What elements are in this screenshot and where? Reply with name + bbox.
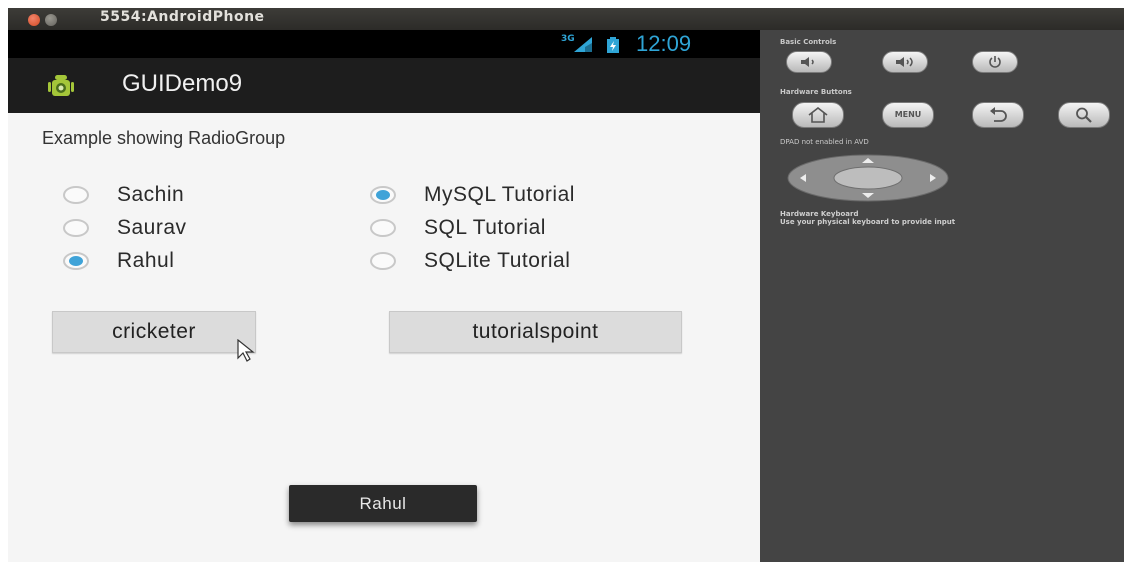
minimize-window-button[interactable] bbox=[45, 14, 57, 26]
status-clock: 12:09 bbox=[636, 31, 692, 56]
action-bar: GUIDemo9 bbox=[8, 58, 760, 113]
volume-up-button[interactable] bbox=[882, 51, 928, 73]
radio-button-circle[interactable] bbox=[370, 252, 396, 270]
home-button[interactable] bbox=[792, 102, 844, 128]
radio-label: Sachin bbox=[117, 183, 185, 206]
radio-button-circle[interactable] bbox=[63, 186, 89, 204]
radio-rahul[interactable]: Rahul bbox=[63, 249, 174, 273]
window-title: 5554:AndroidPhone bbox=[100, 9, 265, 25]
menu-button[interactable]: MENU bbox=[882, 102, 934, 128]
tutorialspoint-button[interactable]: tutorialspoint bbox=[389, 311, 682, 353]
dpad-status-label: DPAD not enabled in AVD bbox=[780, 138, 869, 146]
mouse-cursor-icon bbox=[237, 339, 255, 362]
power-icon bbox=[989, 56, 1001, 68]
radio-button-circle[interactable] bbox=[63, 252, 89, 270]
radio-label: SQL Tutorial bbox=[424, 216, 546, 239]
emulator-window: 5554:AndroidPhone 3G 12:09 GUIDemo9 Exam… bbox=[8, 8, 1124, 562]
battery-icon bbox=[607, 37, 619, 53]
power-button[interactable] bbox=[972, 51, 1018, 73]
radio-button-circle[interactable] bbox=[63, 219, 89, 237]
back-button[interactable] bbox=[972, 102, 1024, 128]
network-type: 3G bbox=[561, 34, 575, 44]
android-app-icon bbox=[48, 75, 74, 96]
radio-sql-tutorial[interactable]: SQL Tutorial bbox=[370, 216, 546, 240]
radio-label: MySQL Tutorial bbox=[424, 183, 575, 206]
hardware-keyboard-info: Hardware Keyboard Use your physical keyb… bbox=[780, 210, 955, 226]
dpad-control[interactable] bbox=[786, 154, 950, 202]
radio-mysql-tutorial[interactable]: MySQL Tutorial bbox=[370, 183, 575, 207]
signal-icon bbox=[574, 37, 592, 52]
hardware-buttons-label: Hardware Buttons bbox=[780, 88, 852, 96]
cricketer-button[interactable]: cricketer bbox=[52, 311, 256, 353]
close-window-button[interactable] bbox=[28, 14, 40, 26]
hardware-keyboard-label: Hardware Keyboard bbox=[780, 210, 859, 218]
radio-label: SQLite Tutorial bbox=[424, 249, 571, 272]
status-bar: 3G 12:09 bbox=[8, 30, 760, 58]
radio-label: Saurav bbox=[117, 216, 187, 239]
home-icon bbox=[808, 107, 828, 123]
page-heading: Example showing RadioGroup bbox=[42, 128, 286, 148]
radio-sqlite-tutorial[interactable]: SQLite Tutorial bbox=[370, 249, 570, 273]
search-button[interactable] bbox=[1058, 102, 1110, 128]
radio-sachin[interactable]: Sachin bbox=[63, 183, 184, 207]
volume-up-icon bbox=[896, 57, 913, 67]
volume-down-icon bbox=[801, 57, 814, 67]
volume-down-button[interactable] bbox=[786, 51, 832, 73]
app-content: Example showing RadioGroup Sachin Saurav… bbox=[8, 113, 760, 562]
radio-saurav[interactable]: Saurav bbox=[63, 216, 187, 240]
search-icon bbox=[1076, 107, 1092, 123]
radio-button-circle[interactable] bbox=[370, 219, 396, 237]
basic-controls-label: Basic Controls bbox=[780, 38, 837, 46]
toast-message: Rahul bbox=[289, 485, 477, 522]
emulator-controls-panel: Basic Controls Hardware Buttons MENU DPA… bbox=[760, 30, 1124, 562]
window-titlebar: 5554:AndroidPhone bbox=[8, 8, 1124, 31]
radio-label: Rahul bbox=[117, 249, 175, 272]
app-title: GUIDemo9 bbox=[122, 70, 243, 97]
back-icon bbox=[990, 107, 1007, 122]
menu-button-label: MENU bbox=[894, 110, 922, 119]
hardware-keyboard-hint: Use your physical keyboard to provide in… bbox=[780, 218, 956, 226]
phone-screen: 3G 12:09 GUIDemo9 Example showing RadioG… bbox=[8, 30, 760, 562]
radio-button-circle[interactable] bbox=[370, 186, 396, 204]
